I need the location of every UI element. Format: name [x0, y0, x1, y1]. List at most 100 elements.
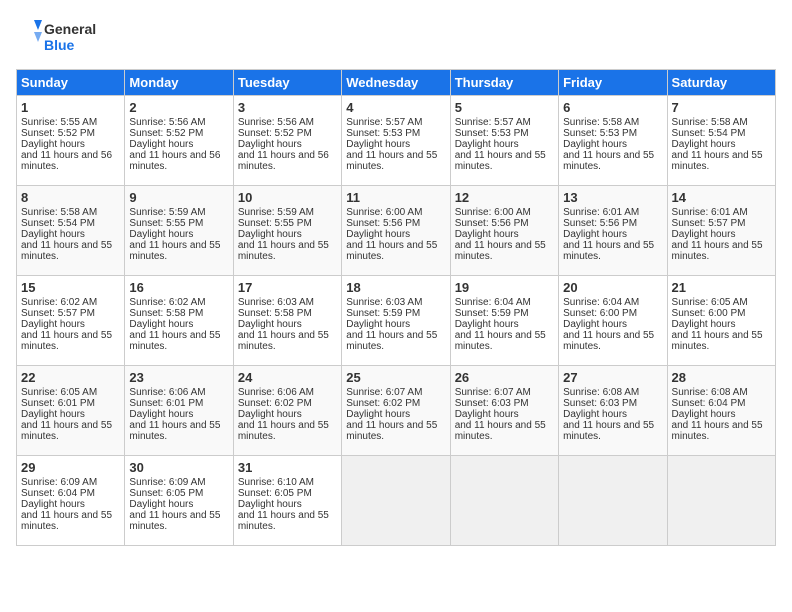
- calendar-cell: 31Sunrise: 6:10 AMSunset: 6:05 PMDayligh…: [233, 456, 341, 546]
- calendar-cell: 20Sunrise: 6:04 AMSunset: 6:00 PMDayligh…: [559, 276, 667, 366]
- daylight-label: Daylight hours: [21, 139, 85, 150]
- sunrise-text: Sunrise: 5:56 AM: [238, 117, 314, 128]
- calendar-body: 1Sunrise: 5:55 AMSunset: 5:52 PMDaylight…: [17, 96, 776, 546]
- calendar-cell: 8Sunrise: 5:58 AMSunset: 5:54 PMDaylight…: [17, 186, 125, 276]
- calendar-cell: 5Sunrise: 5:57 AMSunset: 5:53 PMDaylight…: [450, 96, 558, 186]
- sunset-text: Sunset: 5:57 PM: [21, 308, 95, 319]
- day-number: 7: [672, 100, 771, 115]
- daylight-label: Daylight hours: [563, 139, 627, 150]
- calendar-cell: 9Sunrise: 5:59 AMSunset: 5:55 PMDaylight…: [125, 186, 233, 276]
- sunrise-text: Sunrise: 5:57 AM: [346, 117, 422, 128]
- daylight-label: Daylight hours: [346, 319, 410, 330]
- day-header-friday: Friday: [559, 70, 667, 96]
- sunset-text: Sunset: 5:55 PM: [238, 218, 312, 229]
- daylight-label: Daylight hours: [21, 319, 85, 330]
- sunrise-text: Sunrise: 6:00 AM: [455, 207, 531, 218]
- daylight-label: Daylight hours: [21, 499, 85, 510]
- day-number: 8: [21, 190, 120, 205]
- day-number: 10: [238, 190, 337, 205]
- daylight-duration: and 11 hours and 55 minutes.: [563, 330, 654, 352]
- calendar-cell: 12Sunrise: 6:00 AMSunset: 5:56 PMDayligh…: [450, 186, 558, 276]
- daylight-label: Daylight hours: [563, 229, 627, 240]
- daylight-duration: and 11 hours and 55 minutes.: [238, 420, 329, 442]
- sunset-text: Sunset: 5:53 PM: [563, 128, 637, 139]
- daylight-label: Daylight hours: [672, 409, 736, 420]
- day-header-tuesday: Tuesday: [233, 70, 341, 96]
- calendar-cell: [342, 456, 450, 546]
- daylight-label: Daylight hours: [238, 229, 302, 240]
- day-header-saturday: Saturday: [667, 70, 775, 96]
- day-number: 6: [563, 100, 662, 115]
- day-number: 15: [21, 280, 120, 295]
- sunrise-text: Sunrise: 6:06 AM: [129, 387, 205, 398]
- day-number: 11: [346, 190, 445, 205]
- day-number: 17: [238, 280, 337, 295]
- sunset-text: Sunset: 5:54 PM: [672, 128, 746, 139]
- daylight-label: Daylight hours: [563, 409, 627, 420]
- daylight-duration: and 11 hours and 55 minutes.: [21, 240, 112, 262]
- daylight-duration: and 11 hours and 55 minutes.: [129, 510, 220, 532]
- calendar-cell: 28Sunrise: 6:08 AMSunset: 6:04 PMDayligh…: [667, 366, 775, 456]
- day-number: 5: [455, 100, 554, 115]
- sunset-text: Sunset: 6:05 PM: [129, 488, 203, 499]
- daylight-label: Daylight hours: [129, 409, 193, 420]
- calendar-header-row: SundayMondayTuesdayWednesdayThursdayFrid…: [17, 70, 776, 96]
- sunrise-text: Sunrise: 5:59 AM: [238, 207, 314, 218]
- sunset-text: Sunset: 6:00 PM: [563, 308, 637, 319]
- sunset-text: Sunset: 6:02 PM: [346, 398, 420, 409]
- day-header-monday: Monday: [125, 70, 233, 96]
- sunset-text: Sunset: 5:52 PM: [238, 128, 312, 139]
- daylight-duration: and 11 hours and 55 minutes.: [238, 510, 329, 532]
- daylight-duration: and 11 hours and 55 minutes.: [672, 150, 763, 172]
- sunrise-text: Sunrise: 6:06 AM: [238, 387, 314, 398]
- calendar-cell: 14Sunrise: 6:01 AMSunset: 5:57 PMDayligh…: [667, 186, 775, 276]
- daylight-label: Daylight hours: [129, 319, 193, 330]
- calendar-week-row: 15Sunrise: 6:02 AMSunset: 5:57 PMDayligh…: [17, 276, 776, 366]
- daylight-duration: and 11 hours and 55 minutes.: [346, 330, 437, 352]
- calendar-cell: 26Sunrise: 6:07 AMSunset: 6:03 PMDayligh…: [450, 366, 558, 456]
- calendar-cell: 13Sunrise: 6:01 AMSunset: 5:56 PMDayligh…: [559, 186, 667, 276]
- calendar-cell: 18Sunrise: 6:03 AMSunset: 5:59 PMDayligh…: [342, 276, 450, 366]
- calendar-week-row: 8Sunrise: 5:58 AMSunset: 5:54 PMDaylight…: [17, 186, 776, 276]
- daylight-duration: and 11 hours and 55 minutes.: [21, 420, 112, 442]
- calendar-cell: [450, 456, 558, 546]
- day-number: 31: [238, 460, 337, 475]
- sunset-text: Sunset: 5:53 PM: [346, 128, 420, 139]
- daylight-duration: and 11 hours and 55 minutes.: [455, 420, 546, 442]
- sunset-text: Sunset: 6:04 PM: [21, 488, 95, 499]
- daylight-duration: and 11 hours and 55 minutes.: [672, 330, 763, 352]
- calendar-cell: 3 Sunrise: 5:56 AMSunset: 5:52 PMDaylight…: [233, 96, 341, 186]
- day-number: 22: [21, 370, 120, 385]
- sunset-text: Sunset: 5:52 PM: [129, 128, 203, 139]
- sunset-text: Sunset: 6:04 PM: [672, 398, 746, 409]
- sunset-text: Sunset: 6:00 PM: [672, 308, 746, 319]
- calendar-cell: 16Sunrise: 6:02 AMSunset: 5:58 PMDayligh…: [125, 276, 233, 366]
- daylight-duration: and 11 hours and 56 minutes.: [21, 150, 112, 172]
- sunrise-text: Sunrise: 6:07 AM: [346, 387, 422, 398]
- daylight-label: Daylight hours: [238, 499, 302, 510]
- daylight-label: Daylight hours: [455, 409, 519, 420]
- daylight-label: Daylight hours: [238, 139, 302, 150]
- calendar-cell: 29Sunrise: 6:09 AMSunset: 6:04 PMDayligh…: [17, 456, 125, 546]
- day-header-wednesday: Wednesday: [342, 70, 450, 96]
- day-number: 25: [346, 370, 445, 385]
- daylight-duration: and 11 hours and 55 minutes.: [129, 330, 220, 352]
- daylight-label: Daylight hours: [238, 409, 302, 420]
- daylight-label: Daylight hours: [455, 319, 519, 330]
- day-number: 12: [455, 190, 554, 205]
- day-number: 3: [238, 100, 337, 115]
- daylight-duration: and 11 hours and 55 minutes.: [455, 240, 546, 262]
- daylight-duration: and 11 hours and 55 minutes.: [346, 240, 437, 262]
- daylight-label: Daylight hours: [672, 229, 736, 240]
- sunset-text: Sunset: 5:56 PM: [346, 218, 420, 229]
- sunset-text: Sunset: 5:57 PM: [672, 218, 746, 229]
- daylight-duration: and 11 hours and 55 minutes.: [455, 150, 546, 172]
- day-number: 16: [129, 280, 228, 295]
- calendar-cell: 23Sunrise: 6:06 AMSunset: 6:01 PMDayligh…: [125, 366, 233, 456]
- sunrise-text: Sunrise: 6:04 AM: [563, 297, 639, 308]
- daylight-label: Daylight hours: [563, 319, 627, 330]
- daylight-duration: and 11 hours and 55 minutes.: [563, 150, 654, 172]
- calendar-table: SundayMondayTuesdayWednesdayThursdayFrid…: [16, 69, 776, 546]
- daylight-label: Daylight hours: [21, 229, 85, 240]
- sunrise-text: Sunrise: 5:56 AM: [129, 117, 205, 128]
